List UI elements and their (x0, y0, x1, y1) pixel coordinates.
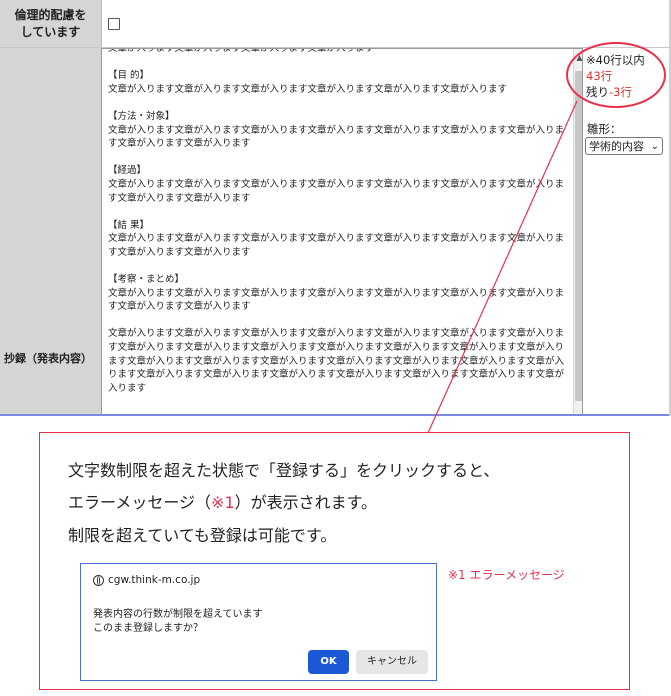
callout-box: 文字数制限を超えた状態で「登録する」をクリックすると、 エラーメッセージ（※1）… (39, 432, 630, 690)
abstract-label-cell: 抄録（発表内容） (0, 48, 102, 416)
ethics-label: 倫理的配慮を しています (0, 0, 102, 47)
cancel-button[interactable]: キャンセル (356, 650, 428, 674)
highlight-circle (566, 42, 666, 108)
dialog-host: cgw.think-m.co.jp (93, 574, 200, 586)
error-message-tag: ※1 エラーメッセージ (448, 568, 565, 582)
globe-icon (93, 574, 104, 586)
callout-line2-a: エラーメッセージ（ (68, 493, 212, 512)
callout-line2-b: ）が表示されます。 (234, 493, 378, 512)
ok-button[interactable]: OK (308, 650, 349, 674)
textarea-scrollbar[interactable]: ▲ (573, 49, 582, 415)
table-bottom-border (0, 414, 671, 416)
abstract-form: 倫理的配慮を しています 抄録（発表内容） 文章が入ります文章が入ります文章が入… (0, 0, 671, 416)
dialog-message: 発表内容の行数が制限を超えています このまま登録しますか？ (93, 609, 263, 634)
abstract-textarea[interactable]: 文章が入ります文章が入ります文章が入ります文章が入ります 【目 的】 文章が入り… (101, 48, 583, 416)
template-select[interactable]: 学術的内容 ⌄ (585, 137, 663, 155)
callout-line3: 制限を超えていても登録は可能です。 (68, 526, 337, 545)
ethics-row: 倫理的配慮を しています (0, 0, 671, 48)
callout-line1: 文字数制限を超えた状態で「登録する」をクリックすると、 (68, 461, 500, 480)
template-label: 雛形： (587, 122, 622, 136)
confirm-dialog: cgw.think-m.co.jp 発表内容の行数が制限を超えています このまま… (80, 563, 437, 681)
callout-ref: ※1 (211, 493, 235, 512)
dialog-host-text: cgw.think-m.co.jp (108, 574, 201, 586)
template-selected: 学術的内容 (589, 140, 644, 153)
abstract-text: 文章が入ります文章が入ります文章が入ります文章が入ります 【目 的】 文章が入り… (108, 48, 565, 394)
callout-line2: エラーメッセージ（※1）が表示されます。 (68, 489, 377, 513)
scrollbar-thumb[interactable] (575, 71, 582, 401)
ethics-checkbox[interactable] (108, 18, 120, 30)
chevron-down-icon: ⌄ (650, 141, 659, 152)
abstract-label: 抄録（発表内容） (4, 352, 92, 365)
